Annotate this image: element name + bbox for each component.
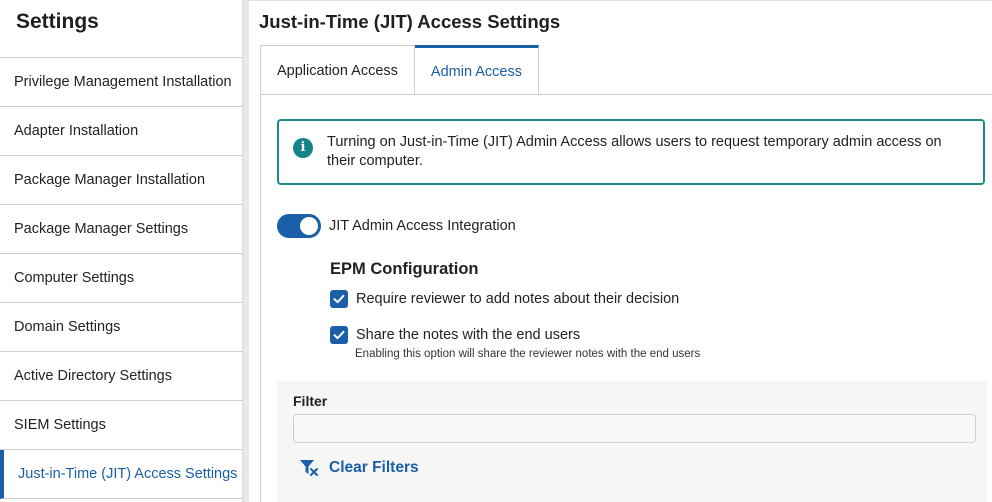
sidebar-item-label: Computer Settings: [14, 270, 135, 286]
sidebar-item-adapter-installation[interactable]: Adapter Installation: [0, 107, 242, 156]
tab-panel: i Turning on Just-in-Time (JIT) Admin Ac…: [260, 94, 992, 502]
checkmark-icon: [333, 330, 345, 340]
toggle-label: JIT Admin Access Integration: [329, 218, 516, 234]
share-notes-label: Share the notes with the end users: [356, 327, 581, 343]
sidebar-title: Settings: [0, 0, 242, 58]
clear-filter-icon: [300, 460, 318, 476]
sidebar-item-package-manager-installation[interactable]: Package Manager Installation: [0, 156, 242, 205]
require-notes-option: Require reviewer to add notes about thei…: [330, 290, 679, 308]
share-notes-help-text: Enabling this option will share the revi…: [355, 348, 701, 360]
share-notes-option: Share the notes with the end users: [330, 326, 580, 344]
sidebar: Settings Privilege Management Installati…: [0, 0, 243, 502]
sidebar-item-label: SIEM Settings: [14, 417, 106, 433]
clear-filters-label: Clear Filters: [329, 459, 419, 476]
tab-bar: Application Access Admin Access: [260, 45, 539, 95]
sidebar-item-computer-settings[interactable]: Computer Settings: [0, 254, 242, 303]
sidebar-item-label: Package Manager Installation: [14, 172, 206, 188]
sidebar-item-label: Adapter Installation: [14, 123, 139, 139]
filter-section: Filter Clear Filters: [277, 381, 987, 502]
share-notes-checkbox[interactable]: [330, 326, 348, 344]
sidebar-item-domain-settings[interactable]: Domain Settings: [0, 303, 242, 352]
clear-filters-button[interactable]: Clear Filters: [299, 459, 419, 477]
jit-admin-access-toggle[interactable]: [277, 214, 321, 238]
info-banner: i Turning on Just-in-Time (JIT) Admin Ac…: [277, 119, 985, 185]
sidebar-item-siem-settings[interactable]: SIEM Settings: [0, 401, 242, 450]
info-icon: i: [293, 138, 313, 158]
sidebar-item-label: Just-in-Time (JIT) Access Settings: [18, 466, 238, 482]
filter-label: Filter: [293, 393, 328, 409]
main-content: Just-in-Time (JIT) Access Settings Appli…: [248, 0, 992, 502]
filter-input[interactable]: [293, 414, 976, 443]
jit-toggle-row: JIT Admin Access Integration: [277, 214, 516, 238]
sidebar-item-active-directory-settings[interactable]: Active Directory Settings: [0, 352, 242, 401]
sidebar-item-label: Package Manager Settings: [14, 221, 189, 237]
info-text: Turning on Just-in-Time (JIT) Admin Acce…: [327, 134, 942, 169]
sidebar-item-package-manager-settings[interactable]: Package Manager Settings: [0, 205, 242, 254]
sidebar-item-label: Privilege Management Installation: [14, 74, 232, 90]
tab-admin-access[interactable]: Admin Access: [414, 45, 539, 95]
require-notes-label: Require reviewer to add notes about thei…: [356, 291, 680, 307]
require-notes-checkbox[interactable]: [330, 290, 348, 308]
sidebar-item-label: Domain Settings: [14, 319, 121, 335]
sidebar-item-jit-access-settings[interactable]: Just-in-Time (JIT) Access Settings: [0, 450, 242, 499]
epm-configuration-heading: EPM Configuration: [330, 260, 479, 278]
sidebar-item-label: Active Directory Settings: [14, 368, 172, 384]
toggle-knob: [300, 217, 318, 235]
tab-application-access[interactable]: Application Access: [260, 45, 415, 95]
checkmark-icon: [333, 294, 345, 304]
sidebar-item-privilege-management-installation[interactable]: Privilege Management Installation: [0, 58, 242, 107]
page-title: Just-in-Time (JIT) Access Settings: [259, 11, 561, 32]
